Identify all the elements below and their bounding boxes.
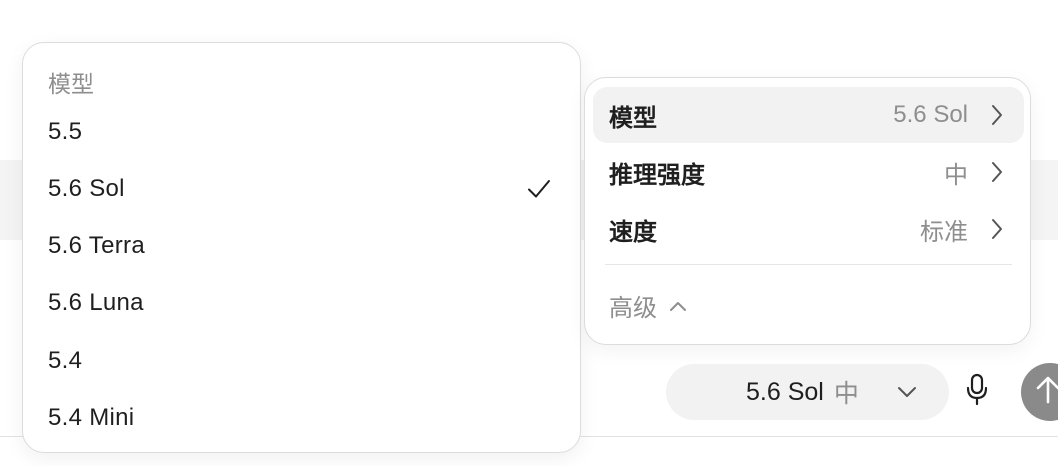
- setting-row-model[interactable]: 模型 5.6 Sol: [593, 87, 1024, 143]
- setting-name: 速度: [609, 218, 657, 246]
- model-option-5-6-terra[interactable]: 5.6 Terra: [23, 219, 580, 273]
- chevron-right-icon: [990, 103, 1004, 127]
- chevron-right-icon: [990, 160, 1004, 184]
- model-option-label: 5.4: [48, 347, 83, 374]
- model-option-label: 5.4 Mini: [48, 404, 135, 431]
- model-dropdown-menu: 模型 5.5 5.6 Sol 5.6 Terra 5.6 Luna 5.4 5.…: [22, 42, 581, 453]
- model-option-5-5[interactable]: 5.5: [23, 105, 580, 159]
- advanced-label: 高级: [609, 295, 657, 322]
- selected-model-label: 5.6 Sol: [746, 377, 824, 406]
- model-selector-button[interactable]: 5.6 Sol 中: [666, 364, 949, 420]
- setting-row-reasoning[interactable]: 推理强度 中: [593, 144, 1024, 200]
- setting-name: 模型: [609, 104, 657, 132]
- mic-icon: [965, 373, 989, 412]
- chevron-down-icon: [897, 386, 917, 398]
- setting-value: 5.6 Sol: [893, 101, 968, 128]
- model-option-5-4[interactable]: 5.4: [23, 334, 580, 388]
- model-option-label: 5.5: [48, 118, 83, 145]
- settings-panel: 模型 5.6 Sol 推理强度 中 速度 标准 高级: [584, 77, 1031, 345]
- selected-effort-label: 中: [833, 380, 859, 408]
- setting-value: 标准: [920, 218, 968, 246]
- model-option-5-4-mini[interactable]: 5.4 Mini: [23, 391, 580, 445]
- model-option-5-6-luna[interactable]: 5.6 Luna: [23, 276, 580, 330]
- model-option-label: 5.6 Terra: [48, 232, 145, 259]
- model-option-5-6-sol[interactable]: 5.6 Sol: [23, 162, 580, 216]
- arrow-up-icon: [1035, 375, 1058, 410]
- model-option-label: 5.6 Sol: [48, 175, 125, 202]
- setting-value: 中: [944, 161, 968, 189]
- model-menu-heading: 模型: [48, 71, 94, 97]
- settings-divider: [605, 264, 1012, 265]
- model-option-label: 5.6 Luna: [48, 289, 144, 316]
- setting-row-speed[interactable]: 速度 标准: [593, 201, 1024, 257]
- mic-button[interactable]: [960, 372, 994, 412]
- check-icon: [526, 176, 552, 202]
- advanced-toggle[interactable]: 高级: [609, 288, 687, 323]
- chevron-right-icon: [990, 217, 1004, 241]
- setting-name: 推理强度: [609, 161, 705, 189]
- chevron-up-icon: [669, 300, 687, 312]
